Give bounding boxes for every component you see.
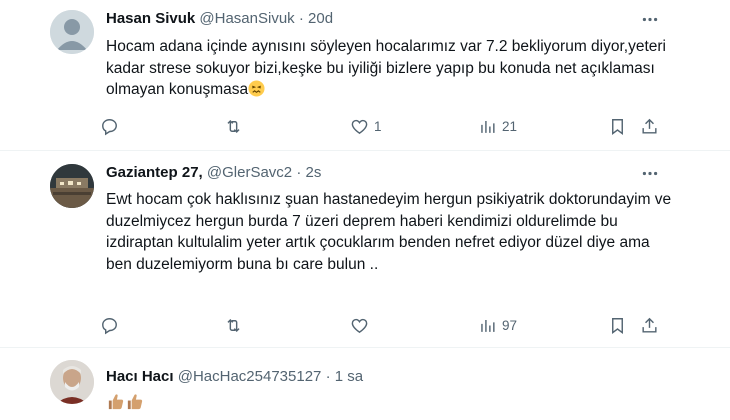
retweet-icon xyxy=(227,318,240,332)
more-icon xyxy=(642,17,658,21)
views-count: 21 xyxy=(502,118,518,134)
thumbs-up-icon xyxy=(108,394,124,410)
retweet-button[interactable] xyxy=(224,314,248,336)
author-name[interactable]: Hasan Sivuk xyxy=(106,10,195,27)
more-button[interactable] xyxy=(640,164,660,182)
author-handle[interactable]: @HacHac254735127 xyxy=(178,368,322,385)
avatar-photo-image xyxy=(50,164,94,208)
bookmark-button[interactable] xyxy=(608,314,627,336)
default-avatar-icon xyxy=(50,10,94,54)
confounded-face-emoji xyxy=(248,80,265,104)
separator: · xyxy=(296,164,302,181)
bookmark-icon xyxy=(612,317,623,334)
tweet-3[interactable]: Hacı Hacı @HacHac254735127 · 1 sa xyxy=(0,348,730,420)
thumbs-up-icon xyxy=(127,394,143,410)
timestamp[interactable]: 1 sa xyxy=(335,368,363,385)
reply-button[interactable] xyxy=(100,314,124,336)
share-icon xyxy=(642,317,657,333)
retweet-button[interactable] xyxy=(224,115,248,137)
like-button[interactable] xyxy=(350,314,374,336)
tweet-header: Gaziantep 27, @GlerSavc2 · 2s xyxy=(106,164,321,182)
thumbs-up-emoji xyxy=(106,392,125,418)
tweet-actions: 97 xyxy=(100,314,670,336)
share-button[interactable] xyxy=(640,314,659,336)
tweet-2[interactable]: Gaziantep 27, @GlerSavc2 · 2s Ewt hocam … xyxy=(0,151,730,346)
tweet-text: Ewt hocam çok haklısınız şuan hastanedey… xyxy=(106,189,676,275)
confounded-face-icon xyxy=(248,80,265,97)
like-button[interactable]: 1 xyxy=(350,115,382,137)
avatar-default[interactable] xyxy=(50,10,94,54)
views-icon xyxy=(481,120,495,133)
tweet-1[interactable]: Hasan Sivuk @HasanSivuk · 20d Hocam adan… xyxy=(0,0,730,150)
author-name[interactable]: Gaziantep 27, xyxy=(106,164,203,181)
tweet-text-content: Ewt hocam çok haklısınız şuan hastanedey… xyxy=(106,191,672,273)
like-icon xyxy=(351,318,368,333)
share-icon xyxy=(642,118,657,134)
reply-icon xyxy=(102,317,117,334)
more-icon xyxy=(642,171,658,175)
share-button[interactable] xyxy=(640,115,659,137)
bookmark-icon xyxy=(612,118,623,135)
timestamp[interactable]: 2s xyxy=(305,164,321,181)
tweet-header: Hasan Sivuk @HasanSivuk · 20d xyxy=(106,10,333,28)
like-count: 1 xyxy=(374,118,382,134)
retweet-icon xyxy=(227,119,240,133)
tweet-text-content: Hocam adana içinde aynısını söyleyen hoc… xyxy=(106,38,666,99)
separator: · xyxy=(325,368,331,385)
author-name[interactable]: Hacı Hacı xyxy=(106,368,174,385)
thumbs-up-emoji xyxy=(125,392,144,418)
tweet-actions: 1 21 xyxy=(100,115,670,137)
avatar-photo-image xyxy=(50,360,94,404)
like-icon xyxy=(351,119,368,134)
reply-icon xyxy=(102,118,117,135)
bookmark-button[interactable] xyxy=(608,115,627,137)
tweet-text xyxy=(106,392,666,418)
reply-button[interactable] xyxy=(100,115,124,137)
views-count: 97 xyxy=(502,317,518,333)
more-button[interactable] xyxy=(640,10,660,28)
views-icon xyxy=(481,319,495,332)
avatar-photo[interactable] xyxy=(50,164,94,208)
tweet-text: Hocam adana içinde aynısını söyleyen hoc… xyxy=(106,36,666,104)
views-button[interactable]: 21 xyxy=(478,115,517,137)
author-handle[interactable]: @HasanSivuk xyxy=(199,10,294,27)
avatar-photo[interactable] xyxy=(50,360,94,404)
views-button[interactable]: 97 xyxy=(478,314,517,336)
author-handle[interactable]: @GlerSavc2 xyxy=(207,164,292,181)
separator: · xyxy=(298,10,304,27)
timestamp[interactable]: 20d xyxy=(308,10,333,27)
tweet-header: Hacı Hacı @HacHac254735127 · 1 sa xyxy=(106,368,363,386)
